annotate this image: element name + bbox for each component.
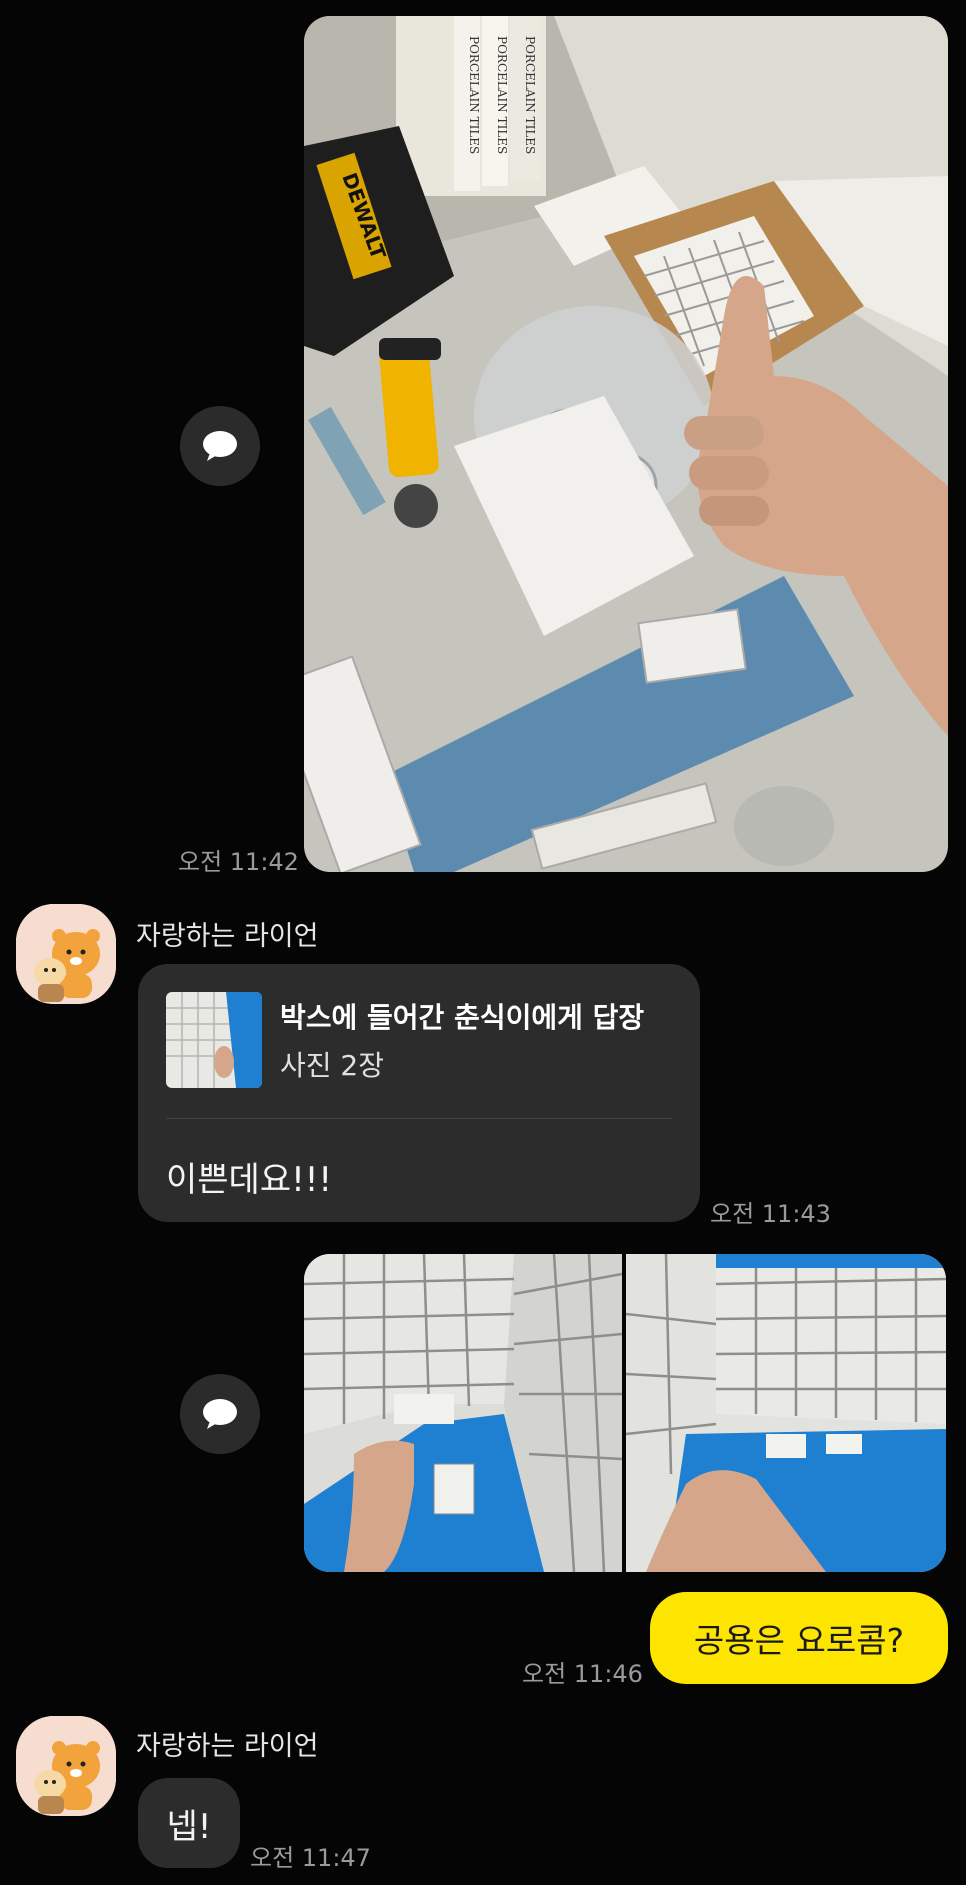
photo-bathroom-2[interactable] — [626, 1254, 946, 1572]
construction-site-image: PORCELAIN TILES PORCELAIN TILES PORCELAI… — [304, 16, 948, 872]
reply-subtitle: 사진 2장 — [280, 1049, 384, 1082]
ryan-character-icon — [16, 904, 116, 1004]
share-button[interactable] — [180, 406, 260, 486]
photo-bathroom-1[interactable] — [304, 1254, 622, 1572]
reply-title: 박스에 들어간 춘식이에게 답장 — [280, 1001, 645, 1034]
tile-box-label-2: PORCELAIN TILES — [495, 36, 509, 154]
reply-bubble[interactable]: 박스에 들어간 춘식이에게 답장 사진 2장 이쁜데요!!! — [138, 964, 700, 1222]
message-time: 오전 11:43 — [710, 1200, 831, 1228]
reply-divider — [166, 1118, 672, 1119]
share-button[interactable] — [180, 1374, 260, 1454]
message-time: 오전 11:47 — [250, 1844, 371, 1872]
avatar[interactable] — [16, 904, 116, 1004]
avatar[interactable] — [16, 1716, 116, 1816]
speech-bubble-icon — [203, 1399, 237, 1429]
message-text: 공용은 요로콤? — [693, 1621, 905, 1660]
sender-name: 자랑하는 라이언 — [136, 921, 319, 952]
my-message-bubble[interactable]: 공용은 요로콤? — [650, 1592, 948, 1684]
message-bubble[interactable]: 넵! — [138, 1778, 240, 1868]
photo-construction-site[interactable]: PORCELAIN TILES PORCELAIN TILES PORCELAI… — [304, 16, 948, 872]
message-text: 넵! — [166, 1806, 212, 1847]
tile-box-label-3: PORCELAIN TILES — [523, 36, 537, 154]
photo-group — [304, 1254, 946, 1572]
ryan-character-icon — [16, 1716, 116, 1816]
sender-name: 자랑하는 라이언 — [136, 1731, 319, 1762]
message-time: 오전 11:46 — [522, 1660, 643, 1688]
message-text: 이쁜데요!!! — [166, 1160, 333, 1200]
message-time: 오전 11:42 — [178, 848, 299, 876]
reply-thumbnail — [166, 992, 262, 1088]
tile-box-label-1: PORCELAIN TILES — [467, 36, 481, 154]
speech-bubble-icon — [203, 431, 237, 461]
